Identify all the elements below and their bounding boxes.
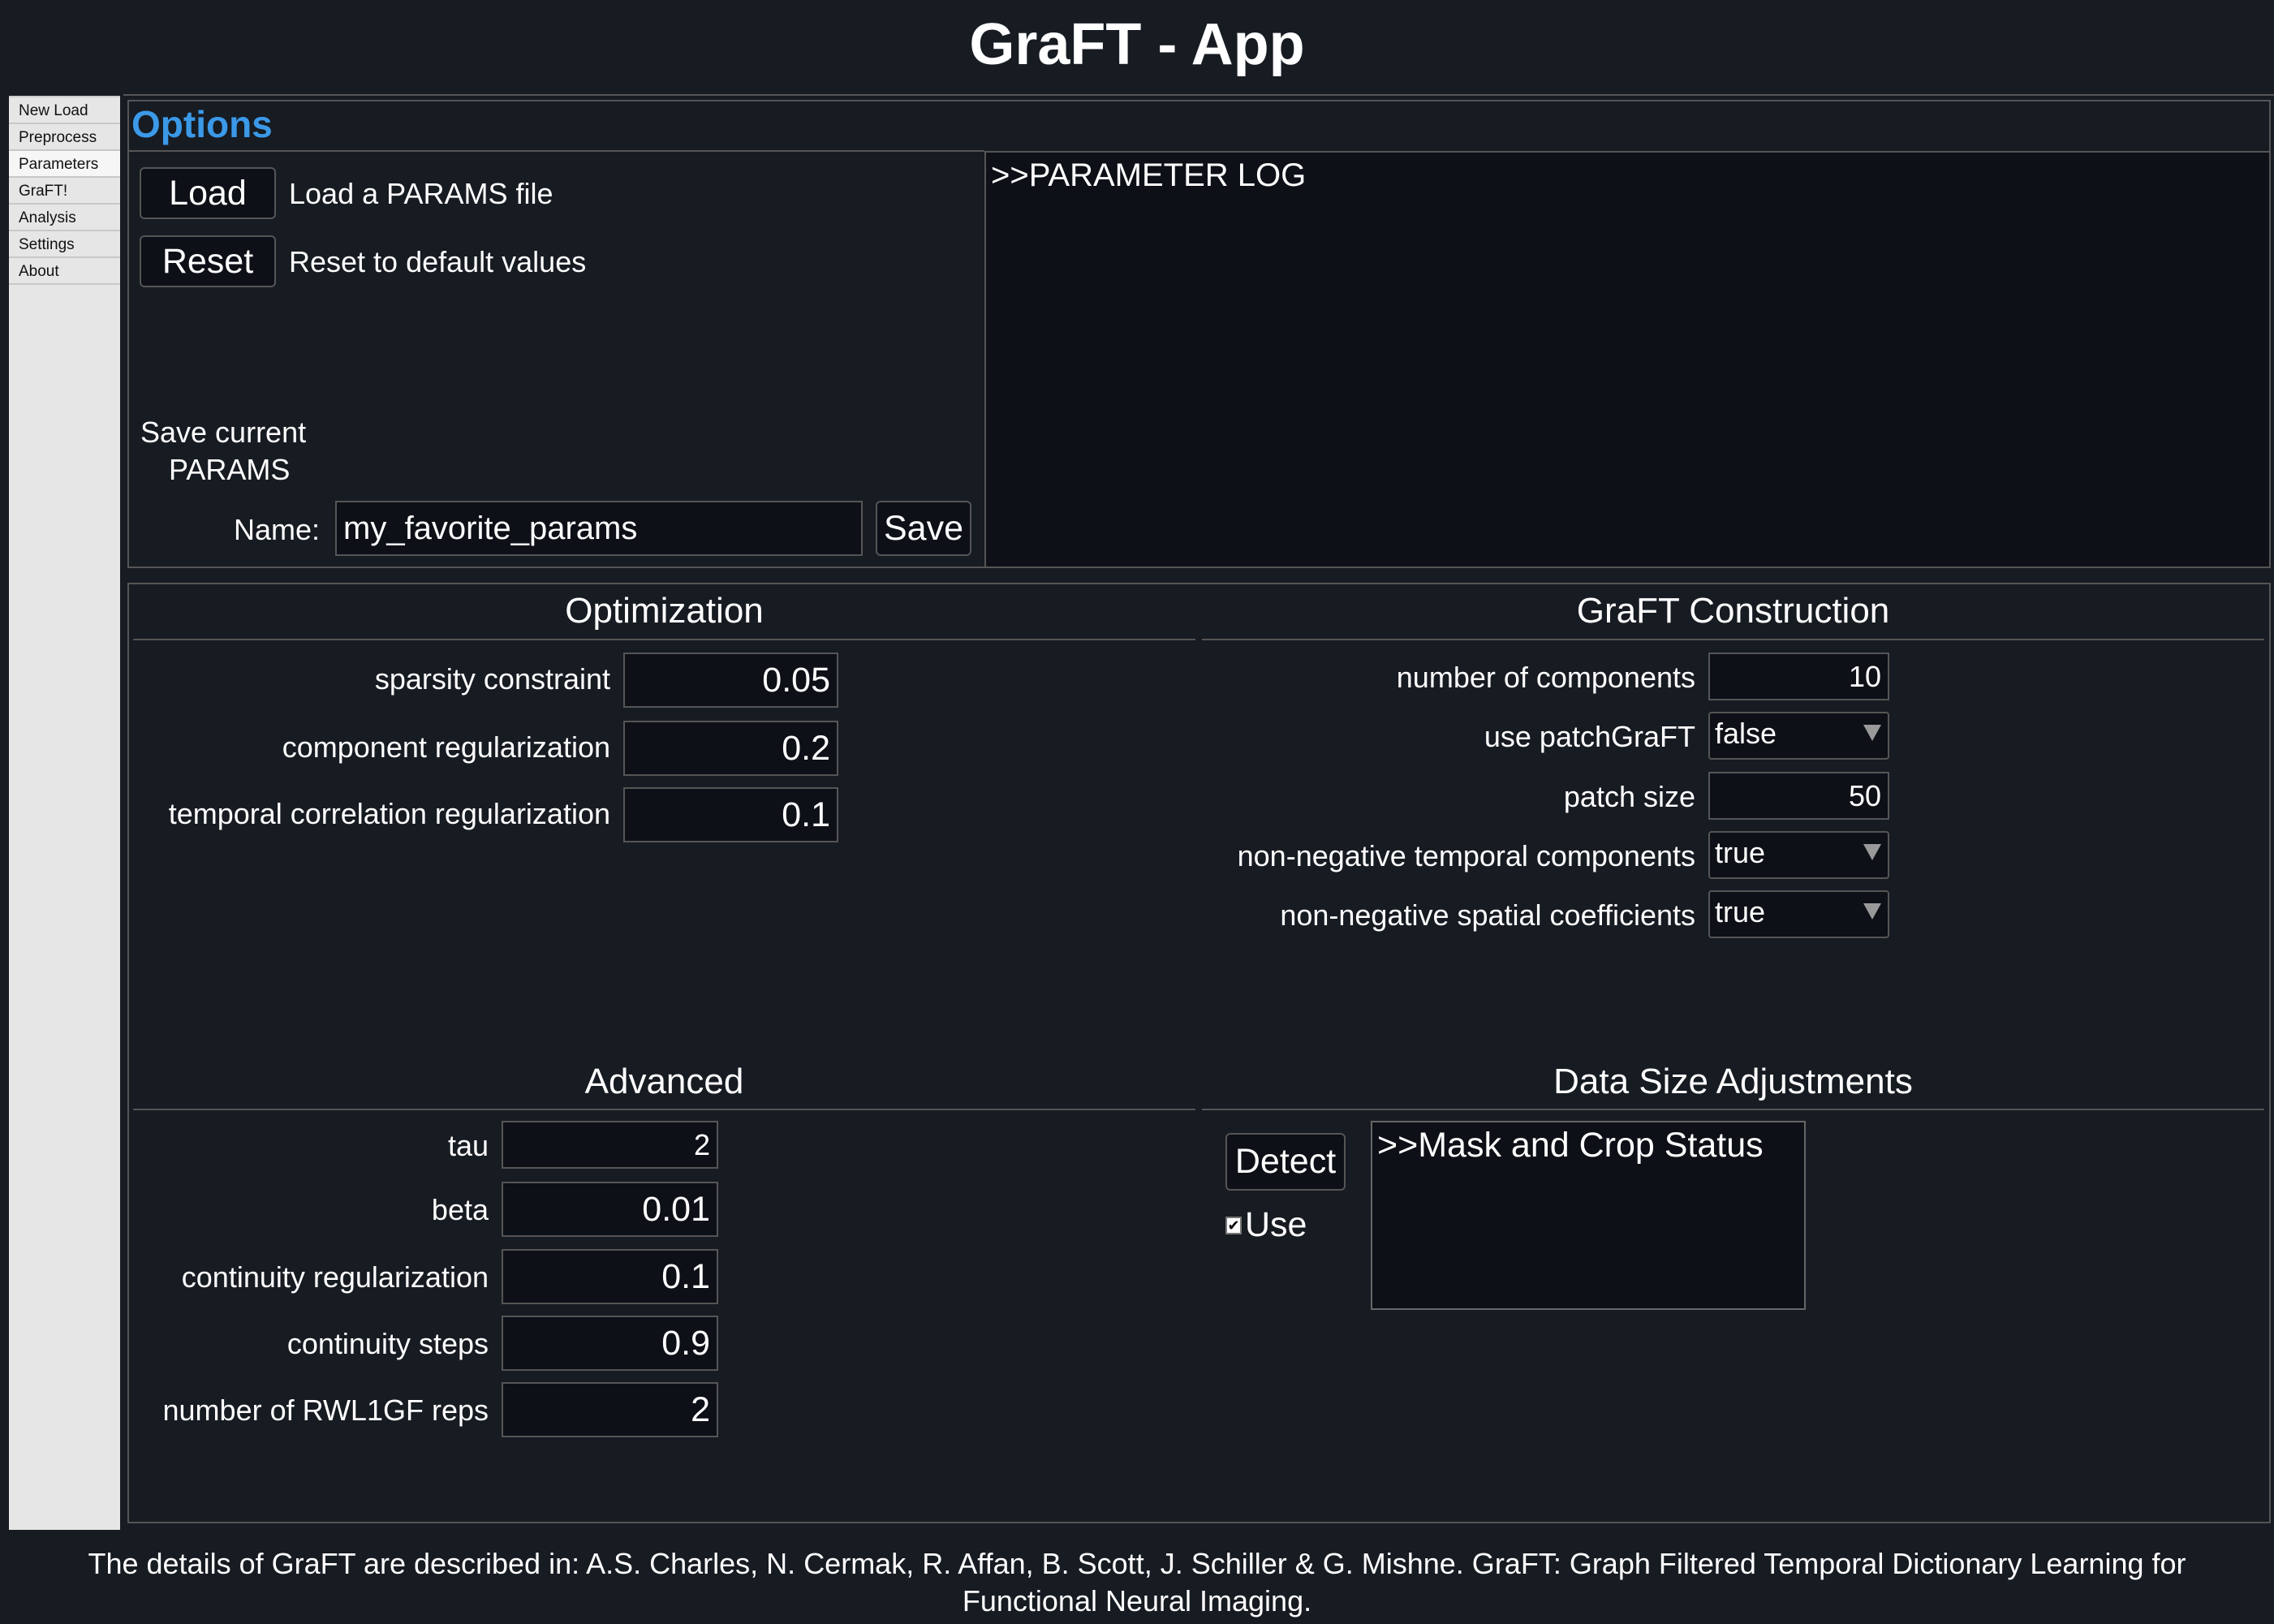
footer-citation-line2: Functional Neural Imaging. (962, 1584, 1312, 1618)
optimization-divider (133, 639, 1195, 640)
nonneg-spatial-label: non-negative spatial coefficients (1280, 898, 1695, 932)
name-label: Name: (234, 513, 321, 546)
construction-title: GraFT Construction (1576, 591, 1890, 631)
use-checkbox[interactable]: ✔ (1225, 1216, 1242, 1234)
construction-divider (1202, 639, 2264, 640)
sidebar-item-about[interactable]: About (9, 258, 120, 285)
patch-size-input[interactable] (1708, 772, 1889, 820)
nonneg-spatial-value: true (1715, 895, 1766, 928)
continuity-regularization-label: continuity regularization (181, 1260, 489, 1294)
load-button[interactable]: Load (140, 167, 276, 219)
use-patchgraft-select[interactable]: false (1708, 712, 1889, 760)
use-patchgraft-value: false (1715, 717, 1777, 750)
dropdown-arrow-icon (1863, 903, 1881, 920)
options-divider (127, 150, 984, 152)
save-heading: Save current (140, 416, 307, 449)
mask-crop-status: >>Mask and Crop Status (1371, 1121, 1806, 1310)
data-size-title: Data Size Adjustments (1553, 1062, 1913, 1101)
parameter-log: >>PARAMETER LOG (984, 151, 2271, 568)
sidebar-item-graft[interactable]: GraFT! (9, 178, 120, 205)
tau-label: tau (447, 1129, 489, 1162)
beta-input[interactable] (502, 1182, 718, 1237)
advanced-title: Advanced (584, 1062, 744, 1101)
continuity-regularization-input[interactable] (502, 1249, 718, 1304)
sidebar-item-settings[interactable]: Settings (9, 231, 120, 258)
use-checkbox-row[interactable]: ✔ Use (1225, 1205, 1307, 1245)
rwl1gf-reps-label: number of RWL1GF reps (162, 1394, 489, 1427)
mask-crop-status-text: >>Mask and Crop Status (1377, 1126, 1764, 1165)
temporal-correlation-input[interactable] (623, 787, 838, 842)
nonneg-spatial-select[interactable]: true (1708, 890, 1889, 938)
component-regularization-label: component regularization (282, 730, 610, 764)
temporal-correlation-label: temporal correlation regularization (168, 797, 610, 830)
use-patchgraft-label: use patchGraFT (1484, 720, 1695, 753)
sidebar-item-preprocess[interactable]: Preprocess (9, 124, 120, 151)
num-components-label: number of components (1396, 661, 1695, 694)
sidebar: New Load Preprocess Parameters GraFT! An… (9, 96, 120, 1530)
reset-button[interactable]: Reset (140, 235, 276, 287)
save-button[interactable]: Save (876, 501, 971, 556)
nonneg-temporal-select[interactable]: true (1708, 831, 1889, 879)
num-components-input[interactable] (1708, 653, 1889, 700)
save-heading-params: PARAMS (169, 453, 291, 486)
advanced-divider (133, 1109, 1195, 1110)
options-title: Options (131, 103, 273, 145)
sparsity-input[interactable] (623, 653, 838, 708)
component-regularization-input[interactable] (623, 721, 838, 776)
dropdown-arrow-icon (1863, 725, 1881, 741)
optimization-title: Optimization (565, 591, 764, 631)
use-label: Use (1245, 1205, 1307, 1244)
patch-size-label: patch size (1563, 780, 1695, 813)
nonneg-temporal-value: true (1715, 836, 1766, 869)
detect-button[interactable]: Detect (1225, 1133, 1346, 1191)
reset-description: Reset to default values (289, 245, 587, 278)
tau-input[interactable] (502, 1121, 718, 1169)
parameter-log-text: >>PARAMETER LOG (991, 157, 1307, 193)
beta-label: beta (431, 1193, 489, 1226)
sidebar-item-new-load[interactable]: New Load (9, 97, 120, 124)
load-description: Load a PARAMS file (289, 177, 553, 210)
footer-citation-line1: The details of GraFT are described in: A… (88, 1547, 2186, 1580)
app-title: GraFT - App (969, 12, 1305, 77)
continuity-steps-input[interactable] (502, 1316, 718, 1371)
data-size-divider (1202, 1109, 2264, 1110)
rwl1gf-reps-input[interactable] (502, 1382, 718, 1437)
dropdown-arrow-icon (1863, 844, 1881, 860)
footer: The details of GraFT are described in: A… (0, 1545, 2274, 1620)
sidebar-item-parameters[interactable]: Parameters (9, 151, 120, 178)
sparsity-label: sparsity constraint (374, 662, 610, 696)
continuity-steps-label: continuity steps (286, 1327, 489, 1360)
parameters-panel (127, 583, 2271, 1523)
sidebar-item-analysis[interactable]: Analysis (9, 205, 120, 231)
name-input[interactable] (335, 501, 863, 556)
main-top-border (123, 94, 2274, 96)
nonneg-temporal-label: non-negative temporal components (1237, 839, 1695, 872)
